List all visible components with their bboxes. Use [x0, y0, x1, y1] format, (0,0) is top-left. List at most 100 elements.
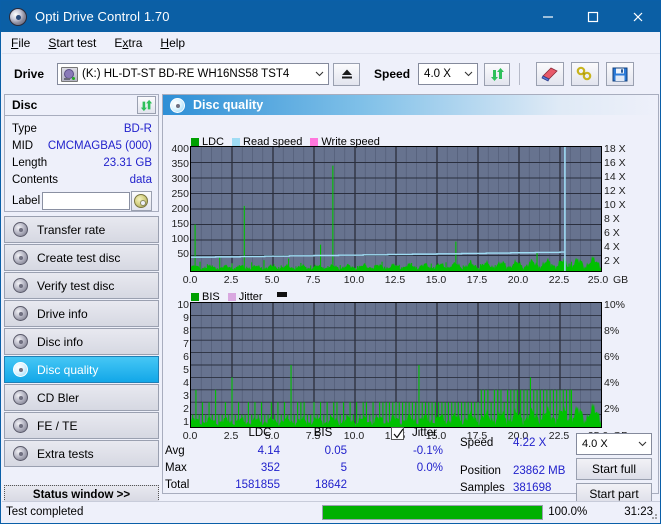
close-icon[interactable]: [615, 1, 660, 32]
legend-swatch-ldc: [191, 138, 199, 146]
disc-label-cd-button[interactable]: [130, 191, 152, 211]
sidebar-item-label: Transfer rate: [37, 222, 106, 237]
disc-icon: [13, 222, 28, 237]
stats-row-label-max: Max: [165, 462, 187, 474]
ldc-y-tick: 400: [171, 143, 189, 155]
bis-y-tick: 3: [183, 390, 189, 402]
status-message: Test completed: [6, 506, 84, 518]
sidebar-item-label: Disc quality: [37, 362, 99, 377]
erase-button[interactable]: [536, 62, 565, 86]
ldc-y-tick: 200: [171, 203, 189, 215]
stats-ldc-max: 352: [260, 462, 280, 474]
save-button[interactable]: [606, 62, 635, 86]
refresh-disc-button[interactable]: [137, 96, 156, 114]
ldc-y-tick: 150: [171, 218, 189, 230]
legend-label-read-speed: Read speed: [243, 136, 303, 148]
page-title: Disc quality: [193, 98, 264, 112]
stats-jitter-avg: -0.1%: [412, 445, 443, 457]
sidebar-item-label: Drive info: [37, 306, 88, 321]
content-header: Disc quality: [163, 95, 658, 115]
ldc-x-axis-label: GB: [613, 274, 629, 286]
eject-button[interactable]: [333, 62, 361, 86]
refresh-drive-button[interactable]: [484, 62, 511, 86]
sidebar-item-label: Extra tests: [37, 446, 94, 461]
optical-drive-icon: [61, 66, 79, 82]
resize-grip-icon[interactable]: [648, 510, 658, 520]
menu-item-file[interactable]: FFileile: [2, 34, 39, 52]
sidebar-item-extra-tests[interactable]: Extra tests: [4, 440, 159, 467]
ldc-y-tick: 250: [171, 188, 189, 200]
readout-samples-value: 381698: [513, 482, 552, 494]
progress-bar: [322, 504, 544, 520]
sidebar-item-disc-quality[interactable]: Disc quality: [4, 356, 159, 383]
window-controls: [525, 1, 660, 32]
disc-icon: [170, 97, 185, 113]
sidebar-item-disc-info[interactable]: Disc info: [4, 328, 159, 355]
sidebar-item-cd-bler[interactable]: CD Bler: [4, 384, 159, 411]
bis-y-tick: 7: [183, 338, 189, 350]
disc-row-length: Length 23.31 GB: [12, 154, 152, 171]
title-bar: Opti Drive Control 1.70: [1, 1, 660, 32]
menu-bar: FFileile Start test Extra Help: [2, 32, 660, 54]
ldc-x-tick: 2.5: [223, 274, 239, 286]
menu-item-start-test[interactable]: Start test: [39, 34, 105, 52]
ldc-y-tick: 100: [171, 233, 189, 245]
bis-y-tick: 5: [183, 364, 189, 376]
start-full-button[interactable]: Start full: [576, 458, 652, 480]
maximize-icon[interactable]: [570, 1, 615, 32]
drive-label: Drive: [14, 67, 45, 81]
bis-y-tick: 10: [177, 299, 189, 311]
menu-item-help[interactable]: Help: [151, 34, 194, 52]
drive-select[interactable]: (K:) HL-DT-ST BD-RE WH16NS58 TST4: [57, 63, 330, 85]
disc-key-label: Label: [12, 195, 41, 207]
readout-position-value: 23862 MB: [513, 465, 566, 477]
sidebar-item-verify-test-disc[interactable]: Verify test disc: [4, 272, 159, 299]
bis-y-tick: 9: [183, 312, 189, 324]
disc-row-contents: Contents data: [12, 171, 152, 188]
speed-select[interactable]: 4.0 X: [418, 63, 479, 85]
disc-label-input[interactable]: [41, 192, 130, 210]
chevron-down-icon: [315, 64, 324, 84]
menu-item-extra[interactable]: Extra: [105, 34, 151, 52]
speed-y-tick: 4 X: [604, 241, 620, 253]
minimize-icon[interactable]: [525, 1, 570, 32]
tools-button[interactable]: [571, 62, 600, 86]
disc-row-mid: MID CMCMAGBA5 (000): [12, 137, 152, 154]
status-bar: Test completed 100.0% 31:23: [2, 501, 660, 522]
legend-marker-black: [276, 291, 287, 297]
statistics-area: LDC BIS Jitter Avg Max Total 4.14 352 15…: [163, 425, 658, 505]
disc-icon: [13, 250, 28, 265]
jitter-checkbox-label: Jitter: [412, 427, 437, 439]
test-speed-select[interactable]: 4.0 X: [576, 433, 652, 455]
sidebar-item-transfer-rate[interactable]: Transfer rate: [4, 216, 159, 243]
speed-select-value: 4.0 X: [424, 68, 451, 80]
progress-bar-fill: [323, 505, 543, 519]
speed-label: Speed: [374, 67, 411, 81]
disc-key-length: Length: [12, 156, 48, 169]
disc-panel-title: Disc: [12, 98, 38, 112]
disc-value-type: BD-R: [123, 122, 152, 135]
legend-label-jitter: Jitter: [238, 291, 263, 303]
speed-y-tick: 18 X: [604, 143, 626, 155]
jitter-checkbox[interactable]: [391, 427, 404, 440]
sidebar-item-fe-te[interactable]: FE / TE: [4, 412, 159, 439]
sidebar-item-label: CD Bler: [37, 390, 80, 405]
disc-info-body: Type BD-R MID CMCMAGBA5 (000) Length 23.…: [4, 116, 159, 212]
bis-y-tick: 6: [183, 351, 189, 363]
sidebar-item-drive-info[interactable]: Drive info: [4, 300, 159, 327]
speed-y-tick: 8 X: [604, 213, 620, 225]
disc-icon: [13, 418, 28, 433]
legend-label-write-speed: Write speed: [321, 136, 380, 148]
toolbar-divider: [519, 63, 521, 85]
sidebar-item-label: Create test disc: [37, 250, 121, 265]
sidebar-item-create-test-disc[interactable]: Create test disc: [4, 244, 159, 271]
disc-icon: [13, 334, 28, 349]
ldc-x-tick: 20.0: [507, 274, 529, 286]
legend-swatch-jitter: [227, 293, 236, 301]
disc-key-mid: MID: [12, 139, 34, 152]
ldc-x-tick: 0.0: [182, 274, 198, 286]
window-title: Opti Drive Control 1.70: [35, 9, 170, 24]
jitter-y-tick: 8%: [604, 325, 620, 337]
disc-panel-header: Disc: [4, 94, 159, 116]
ldc-x-tick: 7.5: [305, 274, 321, 286]
